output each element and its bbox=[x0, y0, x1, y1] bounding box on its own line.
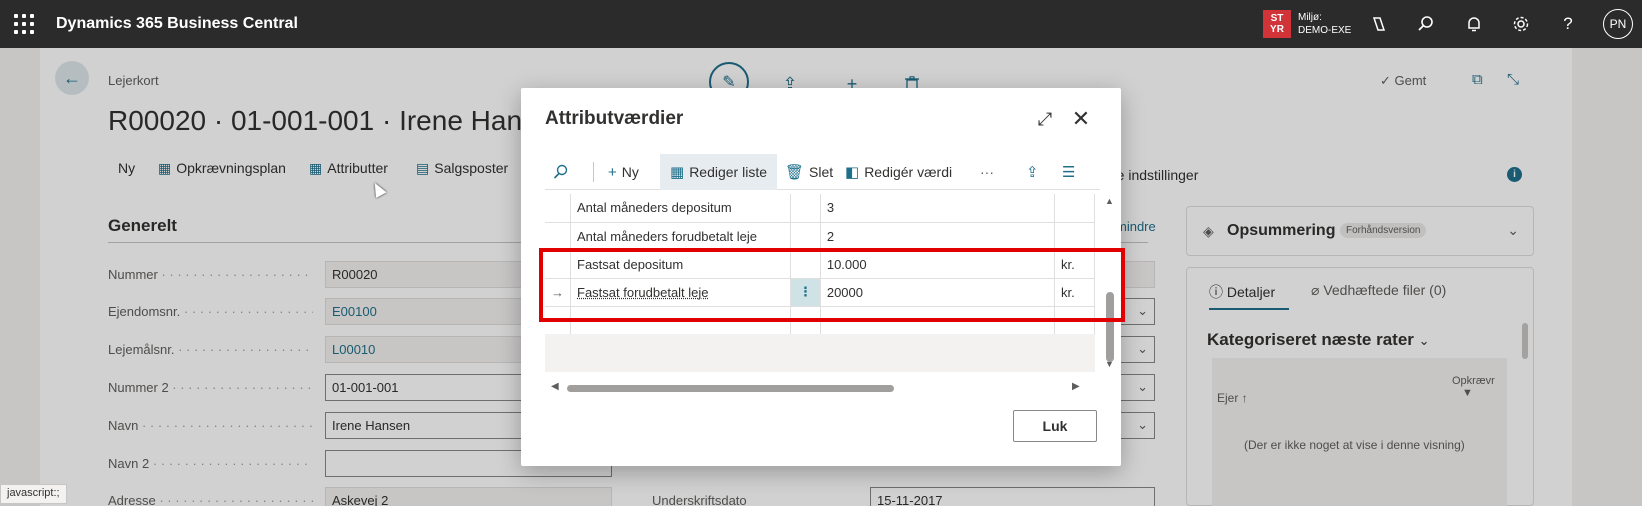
value-cell[interactable]: 2 bbox=[820, 222, 1056, 251]
scroll-right-icon[interactable]: ▶ bbox=[1072, 381, 1080, 392]
row-indicator bbox=[545, 194, 571, 223]
edit-list-icon: ▦ bbox=[670, 164, 685, 181]
attribute-cell[interactable]: Antal måneders depositum bbox=[570, 194, 791, 223]
table-row[interactable]: Antal måneders depositum 3 bbox=[545, 194, 1095, 223]
more-options-button[interactable]: ··· bbox=[980, 154, 994, 190]
scroll-down-icon[interactable]: ▼ bbox=[1105, 359, 1114, 369]
close-button[interactable]: Luk bbox=[1013, 410, 1097, 442]
highlight-annotation bbox=[539, 248, 1125, 322]
value-cell[interactable]: 3 bbox=[820, 194, 1056, 223]
help-icon[interactable]: ? bbox=[1556, 12, 1580, 36]
unit-cell bbox=[1054, 222, 1095, 251]
search-icon[interactable] bbox=[1414, 12, 1438, 36]
dialog-title: Attributværdier bbox=[545, 108, 684, 129]
toolbar-divider bbox=[593, 162, 594, 182]
table-row[interactable]: Antal måneders forudbetalt leje 2 bbox=[545, 222, 1095, 251]
grid-empty-area bbox=[545, 334, 1095, 372]
copilot-icon[interactable] bbox=[1367, 12, 1391, 36]
attribute-cell[interactable]: Antal måneders forudbetalt leje bbox=[570, 222, 791, 251]
scroll-left-icon[interactable]: ◀ bbox=[551, 381, 559, 392]
scroll-up-icon[interactable]: ▲ bbox=[1105, 196, 1114, 206]
share-icon[interactable]: ⇪ bbox=[1026, 154, 1039, 190]
row-indicator bbox=[545, 222, 571, 251]
bell-icon[interactable] bbox=[1462, 12, 1486, 36]
list-view-icon[interactable]: ☰ bbox=[1062, 154, 1075, 190]
horizontal-scrollbar[interactable]: ◀ ▶ bbox=[545, 381, 1100, 395]
app-launcher-icon[interactable] bbox=[14, 14, 34, 34]
dialog-toolbar: + Ny ▦ Rediger liste 🗑 Slet ◧ Redigér værdi … bbox=[545, 154, 1100, 190]
avatar[interactable]: PN bbox=[1603, 9, 1633, 39]
edit-value-icon: ◧ bbox=[845, 164, 860, 181]
plus-icon: + bbox=[608, 163, 617, 181]
search-icon[interactable] bbox=[553, 154, 569, 190]
row-actions-cell[interactable] bbox=[790, 222, 821, 251]
trash-icon: 🗑 bbox=[785, 164, 805, 181]
expand-icon[interactable]: ⤢ bbox=[1032, 106, 1058, 132]
top-bar: Dynamics 365 Business Central ST YR Miljø… bbox=[0, 0, 1642, 48]
edit-list-button[interactable]: ▦ Rediger liste bbox=[660, 154, 778, 190]
environment-badge[interactable]: ST YR bbox=[1263, 10, 1291, 38]
gear-icon[interactable] bbox=[1509, 12, 1533, 36]
status-bar: javascript:; bbox=[0, 484, 67, 504]
close-icon[interactable]: ✕ bbox=[1068, 106, 1094, 132]
environment-label[interactable]: Miljø: DEMO-EXE bbox=[1298, 11, 1351, 37]
scroll-thumb[interactable] bbox=[567, 385, 894, 392]
new-button[interactable]: + Ny bbox=[608, 154, 639, 190]
app-title[interactable]: Dynamics 365 Business Central bbox=[56, 15, 298, 33]
edit-value-button[interactable]: ◧ Redigér værdi bbox=[845, 154, 952, 190]
unit-cell bbox=[1054, 194, 1095, 223]
delete-button[interactable]: 🗑 Slet bbox=[785, 154, 833, 190]
row-actions-cell[interactable] bbox=[790, 194, 821, 223]
